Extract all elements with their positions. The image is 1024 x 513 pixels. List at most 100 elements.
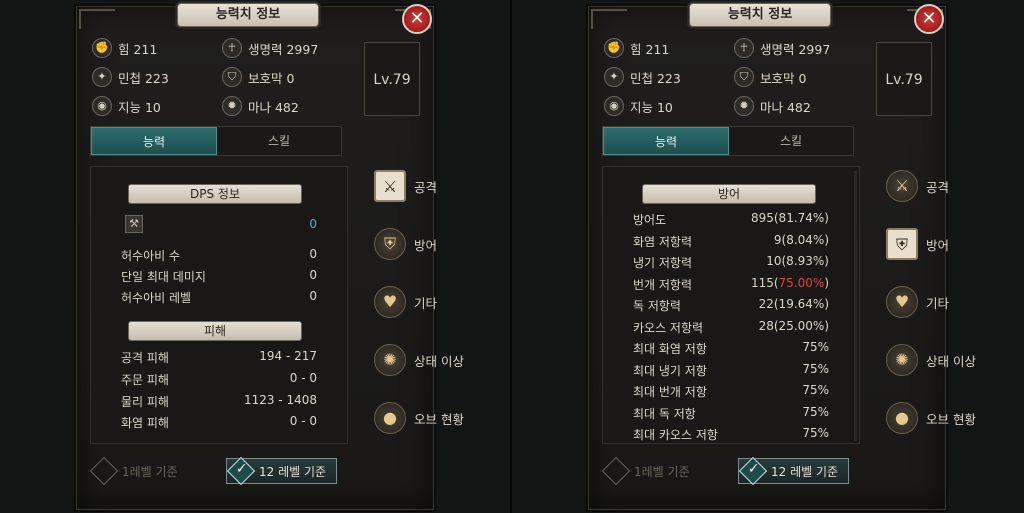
defense-row: 최대 화염 저항 75%	[633, 340, 829, 357]
defense-row: 최대 카오스 저항 75%	[633, 426, 829, 443]
attack-icon: ⚔	[374, 170, 406, 202]
section-title-dps: DPS 정보	[129, 185, 301, 203]
row-label: 허수아비 수	[121, 249, 181, 263]
shield-icon: ⛉	[222, 67, 242, 87]
tab-abilities[interactable]: 능력	[91, 127, 217, 155]
orb-icon: ●	[374, 402, 406, 434]
category-other[interactable]: ♥ 기타	[374, 286, 437, 318]
defense-row: 방어도 895(81.74%)	[633, 211, 829, 228]
level-1-toggle[interactable]: 1레벨 기준	[601, 456, 690, 486]
stat-intelligence: ◉ 지능 10	[604, 96, 673, 116]
stat-mana: ✹ 마나 482	[734, 96, 811, 116]
status-ailment-icon: ✺	[374, 344, 406, 376]
row-value: 0	[309, 268, 317, 282]
category-other[interactable]: ♥ 기타	[886, 286, 949, 318]
stat-agility: ✦ 민첩 223	[604, 67, 681, 87]
defense-row: 번개 저항력 115(75.00%)	[633, 276, 829, 293]
row-label: 최대 번개 저항	[633, 385, 707, 399]
stat-label: 마나 482	[760, 99, 811, 115]
checkmark-icon	[738, 456, 768, 486]
stat-row: 공격 피해 194 - 217	[121, 349, 317, 366]
category-attack[interactable]: ⚔ 공격	[886, 170, 949, 202]
stat-life: ☥ 생명력 2997	[222, 38, 318, 58]
tab-bar: 능력 스킬	[90, 126, 342, 156]
toggle-label: 1레벨 기준	[122, 464, 178, 479]
row-label: 방어도	[633, 213, 667, 227]
stat-label: 마나 482	[248, 99, 299, 115]
level-12-toggle[interactable]: 12 레벨 기준	[738, 456, 850, 486]
category-label: 공격	[926, 179, 950, 195]
defense-row: 냉기 저항력 10(8.93%)	[633, 254, 829, 271]
scrollbar[interactable]	[854, 171, 857, 441]
heart-icon: ♥	[374, 286, 406, 318]
attack-icon: ⚔	[886, 170, 918, 202]
row-value: 28(25.00%)	[758, 318, 829, 333]
heart-icon: ♥	[886, 286, 918, 318]
toggle-label: 12 레벨 기준	[259, 464, 327, 479]
tab-abilities[interactable]: 능력	[603, 127, 729, 155]
row-value: 0 - 0	[289, 414, 317, 428]
category-status[interactable]: ✺ 상태 이상	[886, 344, 976, 376]
row-label: 공격 피해	[121, 351, 169, 365]
value-part: 115(	[750, 275, 779, 290]
row-label: 독 저항력	[633, 299, 681, 313]
stat-row: 허수아비 수 0	[121, 247, 317, 264]
intelligence-icon: ◉	[604, 96, 624, 116]
row-label: 냉기 저항력	[633, 256, 693, 270]
row-value: 895(81.74%)	[750, 211, 829, 225]
category-label: 기타	[414, 295, 438, 311]
category-orb[interactable]: ● 오브 현황	[886, 402, 976, 434]
tab-bar: 능력 스킬	[602, 126, 854, 156]
right-screenshot: 능력치 정보 ✕ ✊ 힘 211 ✦ 민첩 223 ◉ 지능 10 ☥ 생명력 …	[512, 0, 1024, 513]
category-label: 오브 현황	[414, 411, 464, 427]
level-12-toggle[interactable]: 12 레벨 기준	[226, 456, 338, 486]
defense-row: 최대 독 저항 75%	[633, 405, 829, 422]
row-label: 주문 피해	[121, 373, 169, 387]
category-defense[interactable]: ⛨ 방어	[886, 228, 949, 260]
checkbox-icon	[601, 456, 631, 486]
row-label: 화염 피해	[121, 416, 169, 430]
defense-row: 화염 저항력 9(8.04%)	[633, 233, 829, 250]
category-label: 방어	[414, 237, 438, 253]
row-value: 75%	[802, 361, 829, 376]
ability-content[interactable]: 방어 방어도 895(81.74%) 화염 저항력 9(8.04%) 냉기 저항력 10(…	[602, 166, 860, 444]
close-icon: ✕	[409, 8, 425, 29]
tab-skills[interactable]: 스킬	[729, 127, 853, 155]
section-title-damage: 피해	[129, 322, 301, 340]
orb-icon: ●	[886, 402, 918, 434]
row-value: 22(19.64%)	[758, 297, 829, 311]
row-label: 최대 독 저항	[633, 406, 696, 421]
row-label: 최대 화염 저항	[633, 342, 707, 356]
category-defense[interactable]: ⛨ 방어	[374, 228, 437, 260]
stat-strength: ✊ 힘 211	[604, 38, 669, 58]
defense-row: 독 저항력 22(19.64%)	[633, 297, 829, 314]
stat-row: 주문 피해 0 - 0	[121, 371, 317, 388]
row-value: 75%	[802, 426, 829, 440]
stat-row: 화염 피해 0 - 0	[121, 414, 317, 431]
category-attack[interactable]: ⚔ 공격	[374, 170, 437, 202]
left-screenshot: 능력치 정보 ✕ ✊ 힘 211 ✦ 민첩 223 ◉ 지능 10 ☥ 생명력 …	[0, 0, 512, 513]
defense-row: 최대 번개 저항 75%	[633, 383, 829, 400]
ability-content[interactable]: DPS 정보 ⚒ 0 허수아비 수 0 단일 최대 데미지 0 허수아비 레벨 …	[90, 166, 348, 444]
status-ailment-icon: ✺	[886, 344, 918, 376]
level-1-toggle[interactable]: 1레벨 기준	[89, 456, 178, 486]
checkbox-icon	[89, 456, 119, 486]
row-label: 단일 최대 데미지	[121, 270, 206, 284]
stat-label: 생명력 2997	[760, 41, 831, 57]
strength-icon: ✊	[604, 38, 624, 58]
close-button[interactable]: ✕	[402, 4, 432, 34]
mana-icon: ✹	[222, 96, 242, 116]
row-value: 10(8.93%)	[766, 254, 829, 268]
row-value: 194 - 217	[259, 349, 317, 363]
stat-life: ☥ 생명력 2997	[734, 38, 830, 58]
close-button[interactable]: ✕	[914, 4, 944, 34]
category-status[interactable]: ✺ 상태 이상	[374, 344, 464, 376]
level-display: Lv.79	[364, 42, 420, 116]
category-orb[interactable]: ● 오브 현황	[374, 402, 464, 434]
tab-skills[interactable]: 스킬	[217, 127, 341, 155]
stat-shield: ⛉ 보호막 0	[734, 67, 806, 87]
row-value: 0 - 0	[289, 371, 317, 385]
stat-label: 민첩 223	[630, 70, 681, 86]
capped-value: 75.00%	[778, 275, 825, 290]
stat-strength: ✊ 힘 211	[92, 38, 157, 58]
